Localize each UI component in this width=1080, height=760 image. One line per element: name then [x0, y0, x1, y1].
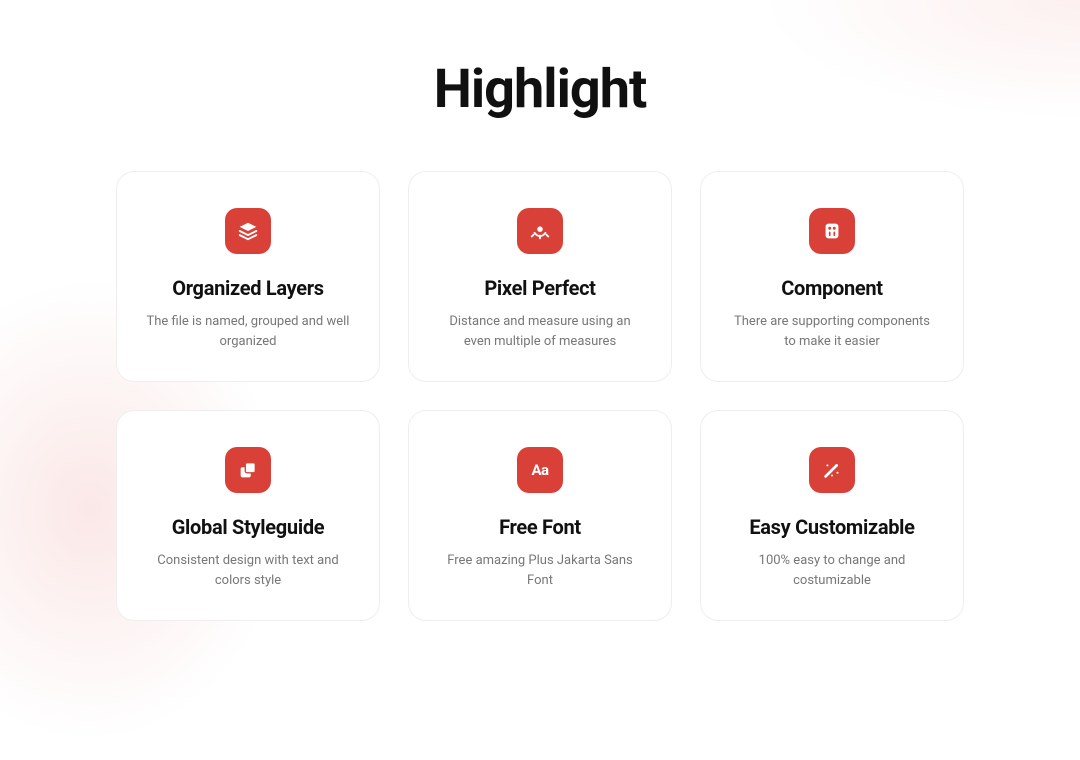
styleguide-icon — [225, 447, 271, 493]
card-desc: The file is named, grouped and well orga… — [143, 312, 353, 351]
feature-card-free-font: Aa Free Font Free amazing Plus Jakarta S… — [408, 410, 672, 621]
card-desc: 100% easy to change and costumizable — [727, 551, 937, 590]
card-title: Free Font — [499, 515, 581, 539]
card-desc: Free amazing Plus Jakarta Sans Font — [435, 551, 645, 590]
card-title: Easy Customizable — [749, 515, 914, 539]
pixel-icon — [517, 208, 563, 254]
card-title: Component — [781, 276, 883, 300]
feature-card-component: Component There are supporting component… — [700, 171, 964, 382]
feature-card-organized-layers: Organized Layers The file is named, grou… — [116, 171, 380, 382]
feature-card-pixel-perfect: Pixel Perfect Distance and measure using… — [408, 171, 672, 382]
layers-icon — [225, 208, 271, 254]
customize-icon — [809, 447, 855, 493]
feature-card-easy-customizable: Easy Customizable 100% easy to change an… — [700, 410, 964, 621]
card-title: Global Styleguide — [172, 515, 325, 539]
font-icon: Aa — [517, 447, 563, 493]
component-icon — [809, 208, 855, 254]
card-desc: Distance and measure using an even multi… — [435, 312, 645, 351]
card-title: Organized Layers — [172, 276, 324, 300]
section-title: Highlight — [434, 58, 646, 121]
card-title: Pixel Perfect — [484, 276, 595, 300]
feature-grid: Organized Layers The file is named, grou… — [116, 171, 964, 621]
feature-card-global-styleguide: Global Styleguide Consistent design with… — [116, 410, 380, 621]
highlight-section: Highlight Organized Layers The file is n… — [0, 0, 1080, 621]
card-desc: Consistent design with text and colors s… — [143, 551, 353, 590]
card-desc: There are supporting components to make … — [727, 312, 937, 351]
